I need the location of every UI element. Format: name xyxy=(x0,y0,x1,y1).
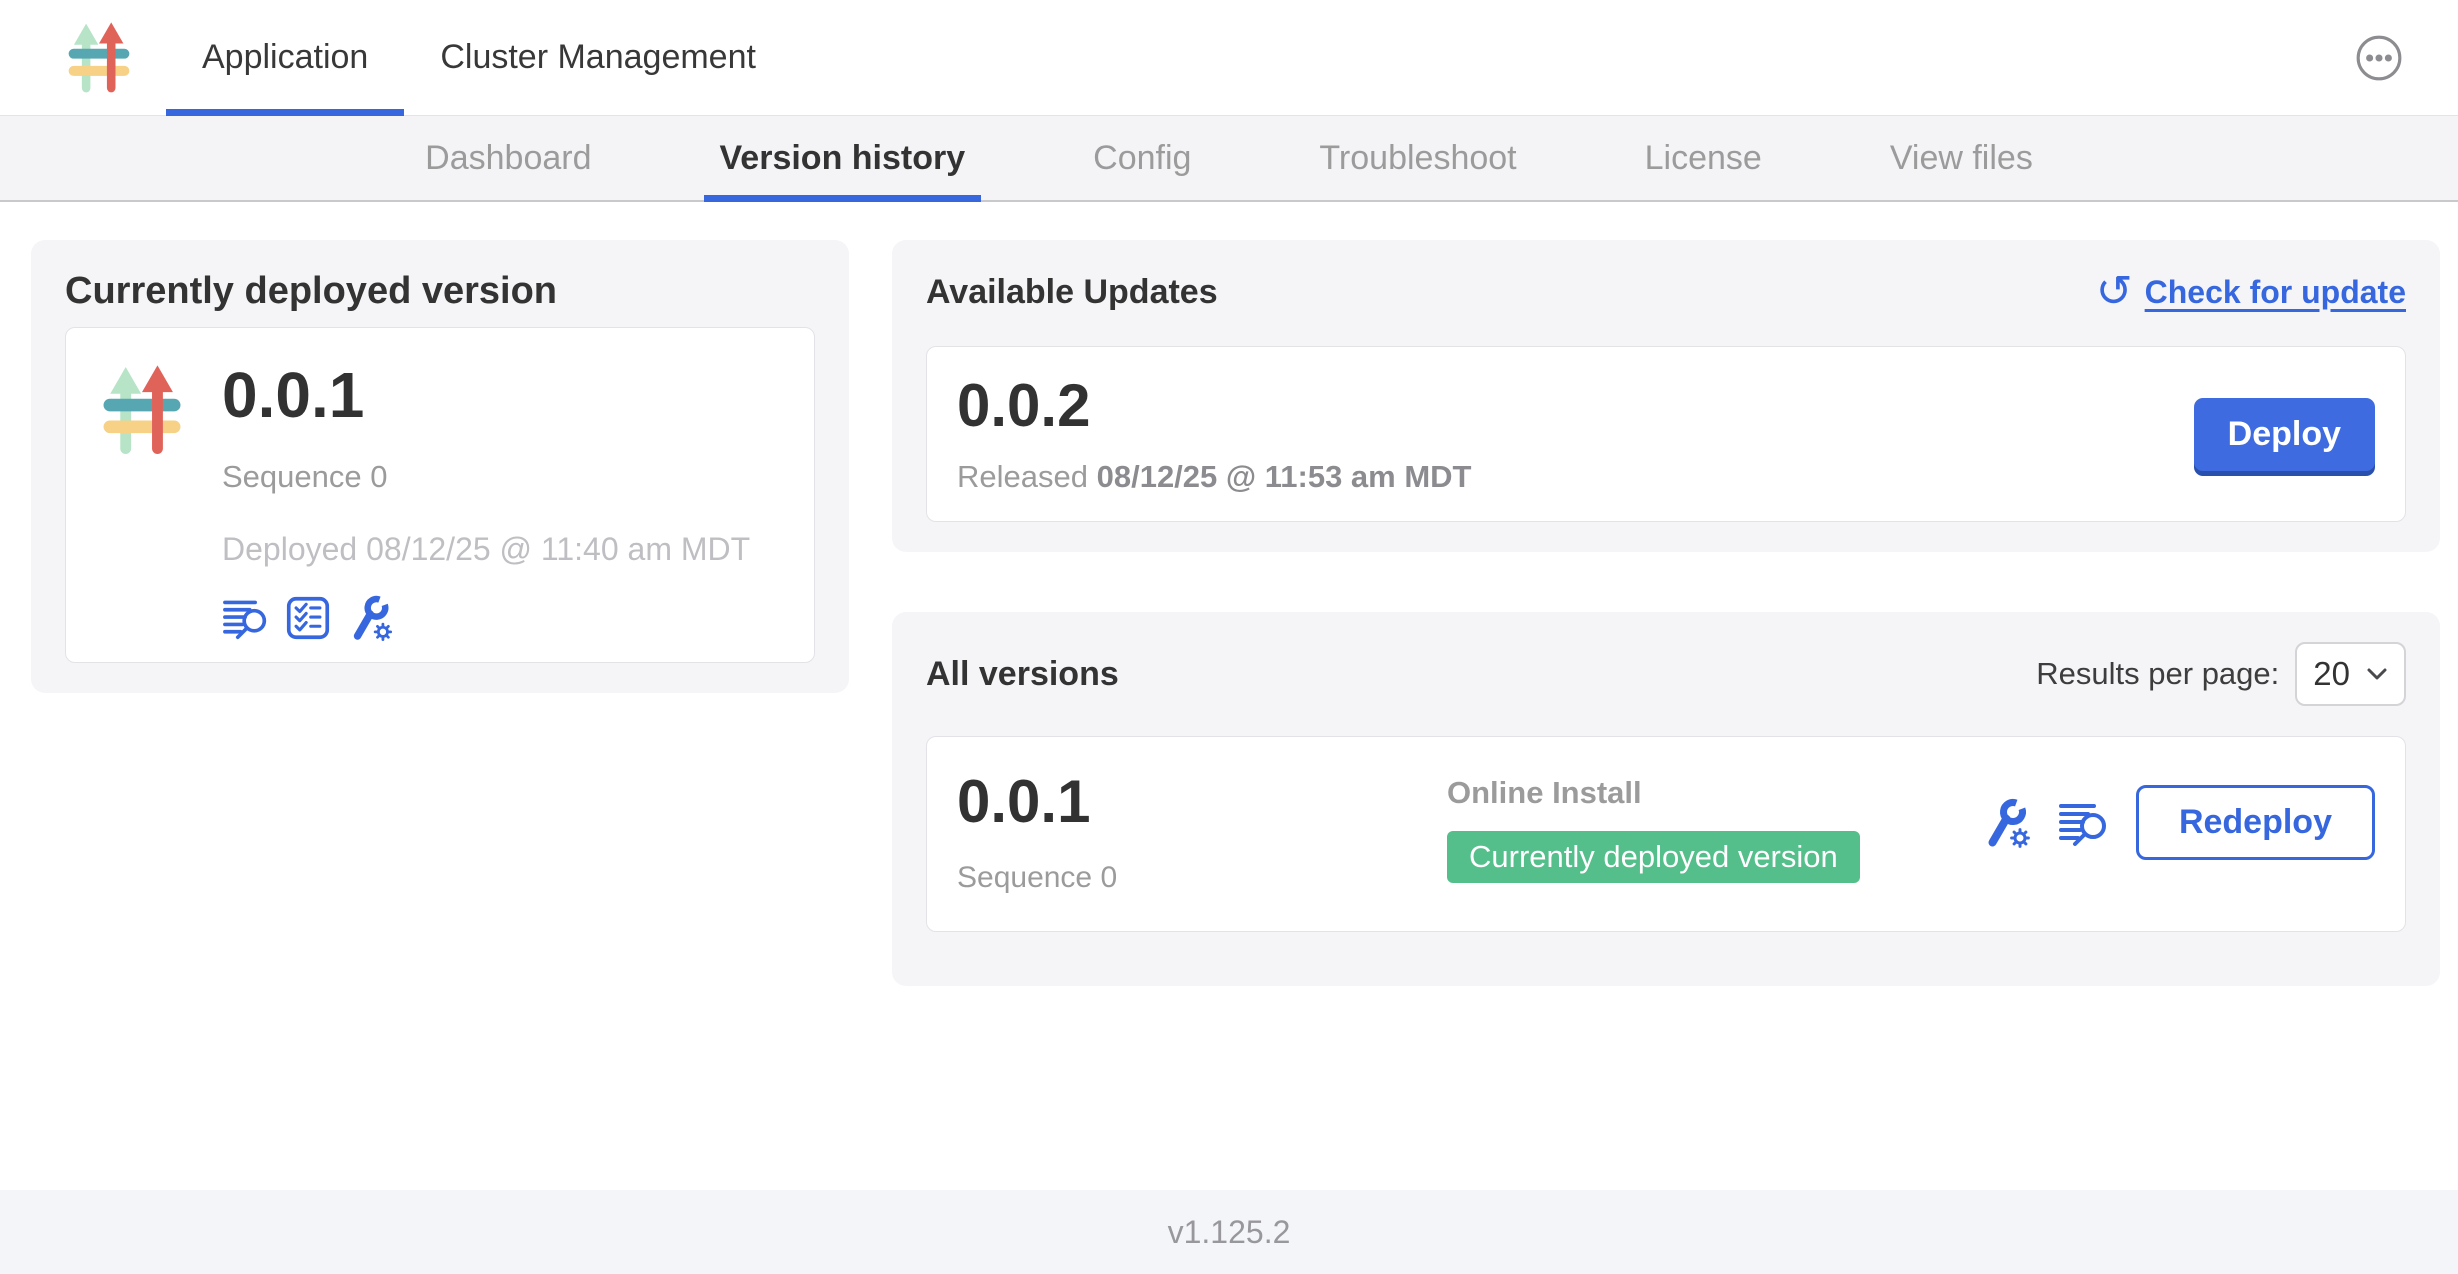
deploy-logs-icon[interactable] xyxy=(222,596,270,640)
currently-deployed-card: Currently deployed version 0.0.1 Sequenc… xyxy=(31,240,849,693)
update-released-line: Released 08/12/25 @ 11:53 am MDT xyxy=(957,459,1472,495)
tab-troubleshoot[interactable]: Troubleshoot xyxy=(1303,116,1532,200)
tab-config[interactable]: Config xyxy=(1077,116,1207,200)
deployed-timestamp: Deployed 08/12/25 @ 11:40 am MDT xyxy=(222,531,750,568)
page-footer: v1.125.2 xyxy=(0,1190,2458,1274)
preflight-checks-icon[interactable] xyxy=(286,596,330,640)
deploy-button[interactable]: Deploy xyxy=(2194,398,2375,471)
currently-deployed-title: Currently deployed version xyxy=(65,270,815,313)
row-version-number: 0.0.1 xyxy=(957,769,1447,835)
tab-troubleshoot-label: Troubleshoot xyxy=(1319,139,1516,178)
app-logo-icon xyxy=(66,19,132,97)
tab-license[interactable]: License xyxy=(1629,116,1778,200)
main-content: Currently deployed version 0.0.1 Sequenc… xyxy=(0,202,2458,1190)
results-per-page-label: Results per page: xyxy=(2036,656,2279,692)
version-row: 0.0.1 Sequence 0 Online Install Currentl… xyxy=(926,736,2406,932)
app-logo-icon xyxy=(100,362,184,459)
top-nav: Application Cluster Management xyxy=(0,0,2458,116)
row-sequence: Sequence 0 xyxy=(957,861,1447,895)
update-version-number: 0.0.2 xyxy=(957,373,1472,439)
results-per-page-select[interactable]: 20 xyxy=(2295,642,2406,706)
edit-config-icon[interactable] xyxy=(346,594,394,642)
tab-view-files-label: View files xyxy=(1890,139,2033,178)
released-label: Released xyxy=(957,459,1088,494)
chevron-down-icon xyxy=(2366,667,2388,681)
tab-application[interactable]: Application xyxy=(166,0,404,115)
app-tabs: Application Cluster Management xyxy=(166,0,792,115)
edit-config-icon[interactable] xyxy=(1980,797,2032,849)
tab-version-history-label: Version history xyxy=(720,139,966,178)
deployed-version-number: 0.0.1 xyxy=(222,362,750,429)
deployed-version-panel: 0.0.1 Sequence 0 Deployed 08/12/25 @ 11:… xyxy=(65,327,815,663)
tab-application-label: Application xyxy=(202,38,368,77)
redeploy-button[interactable]: Redeploy xyxy=(2136,785,2375,860)
available-updates-card: Available Updates ↺ Check for update 0.0… xyxy=(892,240,2440,552)
refresh-icon: ↺ xyxy=(2096,270,2133,314)
check-for-update-label: Check for update xyxy=(2145,274,2406,311)
deployed-sequence: Sequence 0 xyxy=(222,459,750,495)
ellipsis-menu-icon[interactable] xyxy=(2354,33,2404,83)
tab-cluster-management[interactable]: Cluster Management xyxy=(404,0,792,115)
tab-view-files[interactable]: View files xyxy=(1874,116,2049,200)
available-update-row: 0.0.2 Released 08/12/25 @ 11:53 am MDT D… xyxy=(926,346,2406,522)
currently-deployed-badge: Currently deployed version xyxy=(1447,831,1860,883)
tab-cluster-management-label: Cluster Management xyxy=(440,38,756,77)
install-type-label: Online Install xyxy=(1447,775,1960,811)
tab-dashboard[interactable]: Dashboard xyxy=(409,116,607,200)
tab-config-label: Config xyxy=(1093,139,1191,178)
all-versions-card: All versions Results per page: 20 0.0.1 … xyxy=(892,612,2440,986)
results-per-page-value: 20 xyxy=(2313,655,2350,693)
console-version: v1.125.2 xyxy=(1168,1214,1291,1251)
tab-dashboard-label: Dashboard xyxy=(425,139,591,178)
tab-license-label: License xyxy=(1645,139,1762,178)
app-subnav: Dashboard Version history Config Trouble… xyxy=(0,116,2458,202)
check-for-update-link[interactable]: ↺ Check for update xyxy=(2096,270,2406,314)
deploy-logs-icon[interactable] xyxy=(2058,799,2110,847)
tab-version-history[interactable]: Version history xyxy=(704,116,982,200)
all-versions-title: All versions xyxy=(926,655,1119,694)
available-updates-title: Available Updates xyxy=(926,273,1218,312)
released-timestamp: 08/12/25 @ 11:53 am MDT xyxy=(1097,459,1472,494)
